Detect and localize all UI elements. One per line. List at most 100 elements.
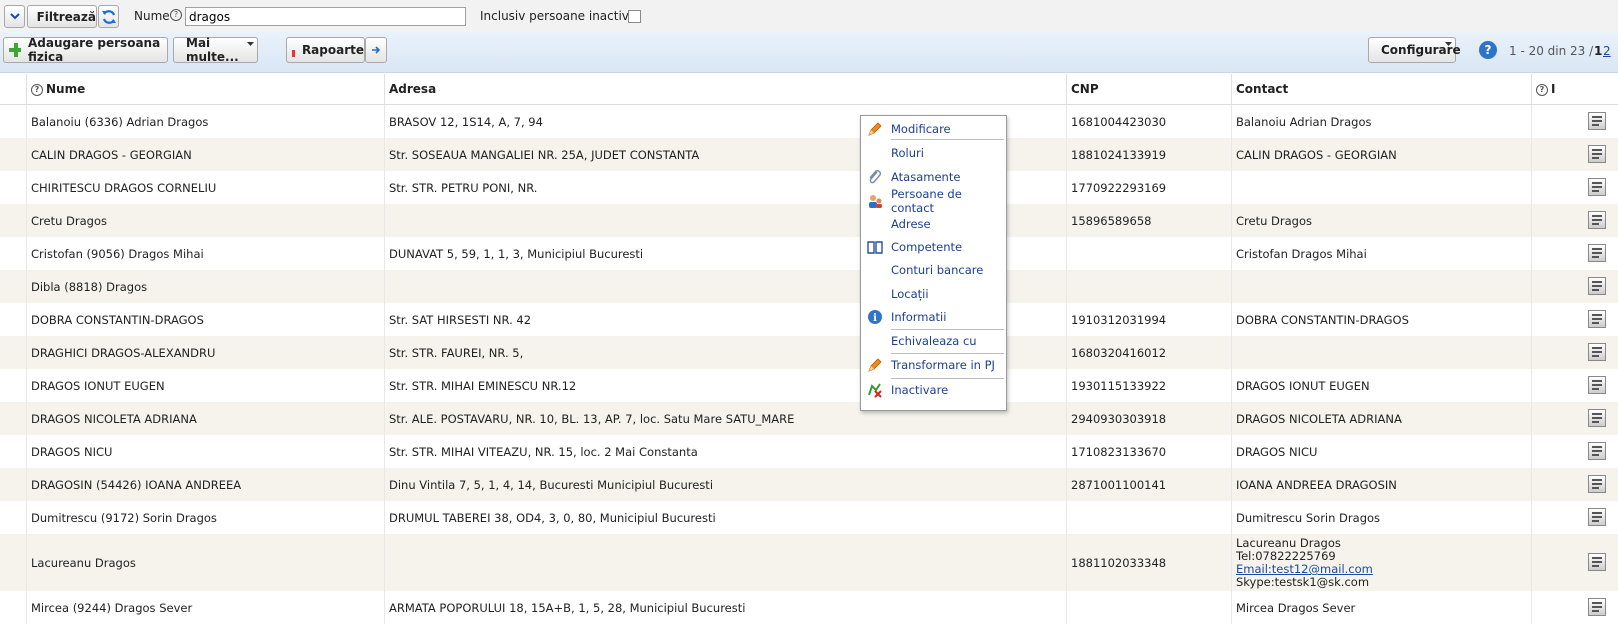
menu-item-locații[interactable]: Locații [861,283,1004,305]
header-extra[interactable]: ? I [1531,74,1582,104]
menu-item-inactivare[interactable]: Inactivare [861,379,1004,401]
configure-button[interactable]: Configurare [1368,37,1461,63]
row-select-cell[interactable] [0,501,26,534]
cell-cnp [1066,237,1231,270]
menu-item-informatii[interactable]: i Informatii [861,306,1004,328]
menu-item-echivaleaza-cu[interactable]: Echivaleaza cu [861,330,1004,352]
header-contact[interactable]: Contact [1231,74,1531,104]
table-row[interactable]: Cristofan (9056) Dragos Mihai DUNAVAT 5, … [0,237,1618,270]
cell-address: ARMATA POPORULUI 18, 15A+B, 1, 5, 28, Mu… [384,591,1066,624]
help-icon[interactable]: ? [1479,41,1497,59]
table-row[interactable]: Mircea (9244) Dragos Sever ARMATA POPORUL… [0,591,1618,624]
cell-text: Str. STR. FAUREI, NR. 5, [389,345,524,360]
menu-item-adrese[interactable]: Adrese [861,213,1004,235]
row-select-cell[interactable] [0,369,26,402]
cell-text: Lacureanu Dragos [31,555,136,570]
cell-name: DRAGOS IONUT EUGEN [26,369,384,402]
table-row[interactable]: DRAGOS NICU Str. STR. MIHAI VITEAZU, NR. … [0,435,1618,468]
page-2-link[interactable]: 2 [1603,44,1611,58]
row-menu-icon[interactable] [1588,409,1606,427]
row-select-cell[interactable] [0,171,26,204]
refresh-button[interactable] [98,5,119,28]
cell-text: 15896589658 [1071,213,1152,228]
filter-button[interactable]: Filtrează [27,5,97,28]
cell-extra [1531,591,1582,624]
table-row[interactable]: Lacureanu Dragos 1881102033348 Lacureanu D… [0,534,1618,591]
cell-text: 1680320416012 [1071,345,1167,360]
cell-name: Lacureanu Dragos [26,534,384,591]
header-cnp[interactable]: CNP [1066,74,1231,104]
row-menu-icon[interactable] [1588,598,1606,616]
cell-extra [1531,204,1582,237]
row-menu-icon[interactable] [1588,376,1606,394]
row-select-cell[interactable] [0,138,26,171]
add-person-button[interactable]: Adaugare persoana fizica [3,36,168,64]
inactive-checkbox[interactable] [628,10,641,23]
row-select-cell[interactable] [0,270,26,303]
header-name[interactable]: ? Nume [26,74,384,104]
more-button[interactable]: Mai multe... [173,36,258,64]
menu-item-label: Echivaleaza cu [891,334,977,348]
row-select-cell[interactable] [0,204,26,237]
table-row[interactable]: DRAGOS NICOLETA ADRIANA Str. ALE. POSTAVA… [0,402,1618,435]
row-menu-icon[interactable] [1588,145,1606,163]
name-filter-input[interactable] [185,7,466,26]
table-row[interactable]: DRAGOS IONUT EUGEN Str. STR. MIHAI EMINES… [0,369,1618,402]
menu-item-transformare-in-pj[interactable]: Transformare in PJ [861,354,1004,376]
cell-contact: Balanoiu Adrian Dragos [1231,105,1531,138]
row-menu-icon[interactable] [1588,553,1606,571]
row-select-cell[interactable] [0,237,26,270]
reports-arrow-button[interactable] [365,37,387,63]
row-menu-icon[interactable] [1588,442,1606,460]
row-select-cell[interactable] [0,468,26,501]
row-select-cell[interactable] [0,534,26,591]
row-select-cell[interactable] [0,591,26,624]
row-select-cell[interactable] [0,303,26,336]
cell-name: CHIRITESCU DRAGOS CORNELIU [26,171,384,204]
row-menu-icon[interactable] [1588,343,1606,361]
table-row[interactable]: Dumitrescu (9172) Sorin Dragos DRUMUL TAB… [0,501,1618,534]
cell-text: Dibla (8818) Dragos [31,279,148,294]
table-row[interactable]: Balanoiu (6336) Adrian Dragos BRASOV 12, … [0,105,1618,138]
row-select-cell[interactable] [0,435,26,468]
row-menu-icon[interactable] [1588,244,1606,262]
menu-item-atasamente[interactable]: Atasamente [861,166,1004,188]
cell-text: 2940930303918 [1071,411,1167,426]
row-menu-icon[interactable] [1588,310,1606,328]
table-row[interactable]: DOBRA CONSTANTIN-DRAGOS Str. SAT HIRSESTI… [0,303,1618,336]
menu-item-persoane-de-contact[interactable]: Persoane de contact [861,187,1004,215]
row-select-cell[interactable] [0,105,26,138]
row-menu-icon[interactable] [1588,508,1606,526]
table-row[interactable]: Dibla (8818) Dragos [0,270,1618,303]
table-row[interactable]: CHIRITESCU DRAGOS CORNELIU Str. STR. PETR… [0,171,1618,204]
row-select-cell[interactable] [0,402,26,435]
row-menu-icon[interactable] [1588,211,1606,229]
reports-button[interactable]: Rapoarte [286,37,365,63]
row-menu-icon[interactable] [1588,277,1606,295]
table-row[interactable]: DRAGHICI DRAGOS-ALEXANDRU Str. STR. FAURE… [0,336,1618,369]
chevron-down-icon [9,13,20,20]
menu-item-conturi-bancare[interactable]: Conturi bancare [861,259,1004,281]
table-row[interactable]: DRAGOSIN (54426) IOANA ANDREEA Dinu Vinti… [0,468,1618,501]
row-select-cell[interactable] [0,336,26,369]
menu-item-modificare[interactable]: Modificare [861,118,1004,140]
cell-address: Str. STR. MIHAI VITEAZU, NR. 15, loc. 2 … [384,435,1066,468]
pencil-icon [867,121,883,137]
row-menu-icon[interactable] [1588,112,1606,130]
menu-item-roluri[interactable]: Roluri [861,142,1004,164]
table-row[interactable]: Cretu Dragos 15896589658 Cretu Dragos [0,204,1618,237]
arrow-right-icon [372,46,381,54]
table-row[interactable]: CALIN DRAGOS - GEORGIAN Str. SOSEAUA MANG… [0,138,1618,171]
dropdown-arrow-icon [1445,42,1452,46]
cell-contact: Mircea Dragos Sever [1231,591,1531,624]
cell-contact: DRAGOS NICU [1231,435,1531,468]
menu-item-label: Adrese [891,217,931,231]
row-menu-icon[interactable] [1588,475,1606,493]
help-icon: ? [1536,84,1548,96]
cell-name: Mircea (9244) Dragos Sever [26,591,384,624]
collapse-filter-button[interactable] [4,5,25,28]
header-address[interactable]: Adresa [384,74,1066,104]
row-menu-icon[interactable] [1588,178,1606,196]
menu-item-competente[interactable]: Competente [861,236,1004,258]
pagination-range: 1 - 20 din 23 / [1509,44,1594,58]
